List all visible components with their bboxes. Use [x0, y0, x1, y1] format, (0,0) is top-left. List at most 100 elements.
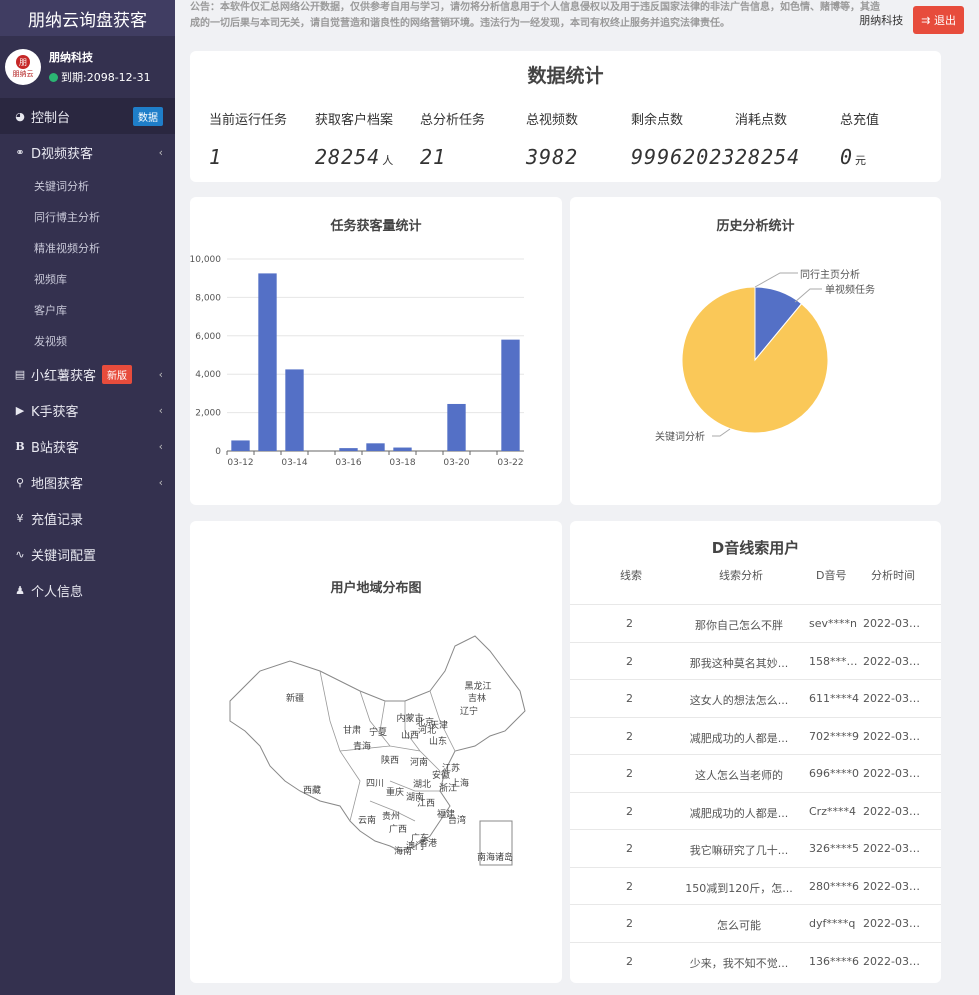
- table-row[interactable]: 2 那你自己怎么不胖 sev****n 2022-03-...: [570, 604, 941, 641]
- stat-number: 1: [209, 145, 223, 169]
- submenu-customer-library[interactable]: 客户库: [0, 294, 175, 325]
- y-tick-label: 6,000: [195, 332, 221, 342]
- column-header: 分析时间: [871, 569, 915, 582]
- map-region-label: 吉林: [468, 692, 486, 704]
- pie-label: 关键词分析: [655, 430, 705, 443]
- pie-label-line: [754, 272, 798, 288]
- table-cell: 那你自己怎么不胖: [695, 619, 783, 632]
- menu-item-dashboard[interactable]: ◕ 控制台 数据: [0, 98, 175, 134]
- map-region-label: 南海诸岛: [477, 851, 513, 863]
- table-cell: 那我这种莫名其妙...: [689, 656, 789, 670]
- stat-label: 剩余点数: [631, 113, 684, 128]
- rss-icon: ∿: [15, 547, 25, 561]
- stat-unit: 人: [382, 154, 395, 167]
- pie-label: 单视频任务: [825, 283, 875, 296]
- table-row[interactable]: 2 减肥成功的人都是... 702****9 2022-03-...: [570, 716, 941, 754]
- online-dot-icon: [49, 72, 58, 82]
- menu-item-kuaishou[interactable]: ▶ K手获客 ‹: [0, 392, 175, 428]
- menu-item-bilibili[interactable]: B B站获客 ‹: [0, 428, 175, 464]
- menu-item-keywords[interactable]: ∿ 关键词配置: [0, 536, 175, 572]
- user-icon: ♟: [15, 583, 25, 597]
- logout-button[interactable]: ⇉ 退出: [913, 6, 964, 34]
- map-region-label: 陕西: [381, 754, 399, 766]
- menu-label: 充值记录: [31, 512, 84, 528]
- table-row[interactable]: 2 我它嘛研究了几十... 326****5 2022-03-...: [570, 829, 941, 866]
- notice-text: 公告：本软件仅汇总网络公开数据，仅供参考自用与学习，请勿将分析信息用于个人信息侵…: [190, 2, 880, 29]
- table-cell: Crz****4: [809, 804, 856, 818]
- bar: [258, 273, 277, 451]
- table-card: D音线索用户 线索 线索分析 D音号 分析时间 2 那你自己怎么不胖 sev****…: [570, 521, 941, 983]
- table-row[interactable]: 2 减肥成功的人都是... Crz****4 2022-03-...: [570, 791, 941, 829]
- map-region-label: 西藏: [303, 784, 321, 796]
- submenu-video-library[interactable]: 视频库: [0, 263, 175, 294]
- table-cell: 2022-03-...: [863, 917, 923, 930]
- table-cell: 我它嘛研究了几十...: [689, 844, 789, 857]
- stat-label: 当前运行任务: [209, 113, 288, 128]
- submenu-keyword-analysis[interactable]: 关键词分析: [0, 170, 175, 201]
- column-header: 线索分析: [719, 569, 763, 582]
- table-cell: 2022-03-...: [863, 654, 923, 668]
- y-tick-label: 10,000: [190, 255, 221, 265]
- user-expire: 到期:2098-12-31: [49, 69, 151, 85]
- table-cell: sev****n: [809, 617, 857, 630]
- dashboard-badge: 数据: [133, 106, 163, 126]
- china-map[interactable]: 新疆西藏内蒙古黑龙江吉林辽宁青海甘肃 宁夏陕西山西河北北京天津山东河南四川重庆湖北…: [190, 521, 562, 983]
- stat-value: 0元: [840, 145, 867, 169]
- menu-label: 个人信息: [31, 584, 84, 600]
- submenu-peer-blogger[interactable]: 同行博主分析: [0, 201, 175, 232]
- table-cell: 2022-03-...: [863, 729, 923, 743]
- table-cell: 2: [626, 917, 633, 930]
- chevron-left-icon: ‹: [158, 367, 163, 381]
- column-header: 线索: [620, 569, 642, 582]
- menu-item-map[interactable]: ⚲ 地图获客 ‹: [0, 464, 175, 500]
- menu-item-recharge[interactable]: ¥ 充值记录: [0, 500, 175, 536]
- menu-item-profile[interactable]: ♟ 个人信息: [0, 572, 175, 608]
- x-tick-label: 03-20: [443, 458, 469, 468]
- map-region-label: 甘肃: [343, 724, 361, 736]
- y-tick-label: 2,000: [195, 409, 221, 419]
- menu-label: B站获客: [31, 440, 79, 456]
- map-region-label: 山西: [401, 730, 419, 741]
- bold-b-icon: B: [15, 439, 25, 453]
- stat-value: 99962023: [631, 145, 735, 169]
- stat-label: 总视频数: [526, 113, 579, 128]
- y-tick-label: 8,000: [195, 293, 221, 303]
- table-row[interactable]: 2 少来，我不知不觉... 136****6 2022-03-...: [570, 941, 941, 979]
- table-row[interactable]: 2 那我这种莫名其妙... 158****A 2022-03-...: [570, 641, 941, 679]
- table-cell: 2: [626, 617, 633, 630]
- map-region-label: 江苏: [442, 762, 460, 774]
- pie-chart-card: 历史分析统计 同行主页分析 单视频任务 关键词分析: [570, 197, 941, 505]
- map-region-label: 新疆: [286, 692, 304, 704]
- stat-value: 3982: [526, 145, 578, 169]
- stats-title: 数据统计: [527, 65, 604, 87]
- stats-card: 数据统计 当前运行任务 获取客户档案 总分析任务 总视频数 剩余点数 消耗点数 …: [190, 51, 941, 182]
- chevron-left-icon: ‹: [158, 403, 163, 417]
- stat-value: 28254: [735, 145, 800, 169]
- table-row[interactable]: 2 这女人的想法怎么... 611****4 2022-03-...: [570, 679, 941, 716]
- map-region-label: 海南: [394, 845, 412, 857]
- bar: [501, 339, 520, 451]
- expire-text: 到期:2098-12-31: [61, 71, 151, 84]
- table-cell: 136****6: [809, 954, 859, 968]
- table-cell: 2: [626, 954, 633, 968]
- menu-label: 控制台: [31, 110, 71, 126]
- map-card: 用户地域分布图 新疆 西藏 内蒙古 黑龙江 吉林 辽宁 青海 甘肃 宁夏 陕西 山西 河北 北京 天津 山东…: [190, 521, 562, 983]
- book-icon: ▤: [14, 367, 26, 381]
- menu-item-xiaohongshu[interactable]: ▤ 小红薯获客 新版 ‹: [0, 356, 175, 392]
- table-cell: 2: [626, 729, 633, 743]
- table-cell: 2: [626, 804, 633, 818]
- logout-label: 退出: [934, 14, 956, 27]
- submenu-post-video[interactable]: 发视频: [0, 325, 175, 356]
- menu-item-douyin[interactable]: ⚭ D视频获客 ‹: [0, 134, 175, 170]
- map-region-label: 辽宁: [460, 705, 478, 717]
- submenu-precise-video[interactable]: 精准视频分析: [0, 232, 175, 263]
- pie-chart: 同行主页分析单视频任务关键词分析: [655, 268, 875, 443]
- stat-number: 28254: [315, 145, 381, 169]
- handshake-icon: ⚭: [15, 145, 25, 159]
- yen-icon: ¥: [16, 511, 24, 525]
- map-region-label: 重庆: [386, 786, 404, 798]
- table-row[interactable]: 2 150减到120斤，怎... 280****6 2022-03-...: [570, 866, 941, 904]
- table-row[interactable]: 2 怎么可能 dyf****q 2022-03-...: [570, 904, 941, 941]
- header-username[interactable]: 朋纳科技: [859, 12, 903, 28]
- table-row[interactable]: 2 这人怎么当老师的 696****0 2022-03-...: [570, 754, 941, 791]
